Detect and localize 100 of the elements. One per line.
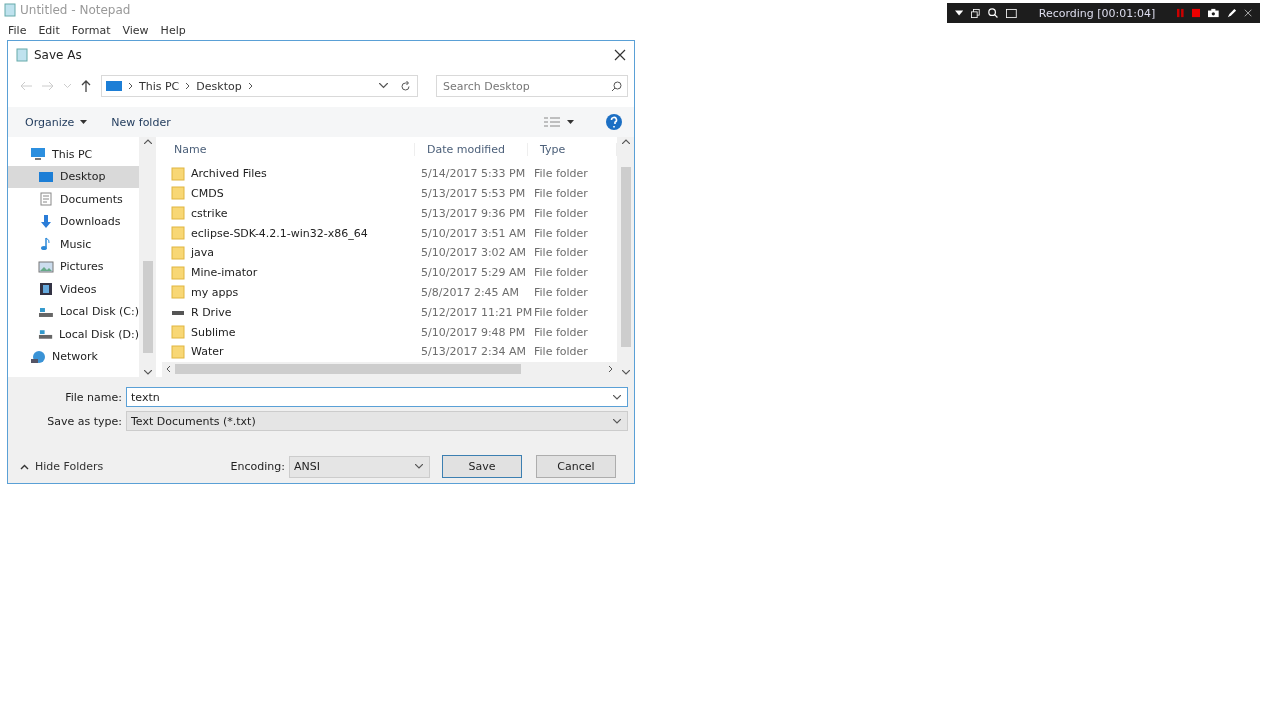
nav-item[interactable]: Desktop xyxy=(8,165,139,188)
help-icon[interactable] xyxy=(606,114,622,130)
menu-item[interactable]: Format xyxy=(71,23,111,37)
organize-button[interactable]: Organize xyxy=(25,115,88,129)
nav-item[interactable]: Local Disk (D:) xyxy=(8,323,139,346)
nav-item[interactable]: Documents xyxy=(8,188,139,211)
caret-icon xyxy=(613,394,621,400)
file-row[interactable]: R Drive 5/12/2017 11:21 PM File folder xyxy=(162,302,617,323)
search-field[interactable]: Search Desktop xyxy=(436,75,628,97)
encoding-dropdown[interactable]: ANSI xyxy=(289,455,430,478)
file-row[interactable]: Mine-imator 5/10/2017 5:29 AM File folder xyxy=(162,262,617,283)
search-icon[interactable] xyxy=(988,7,999,19)
windows-icon[interactable] xyxy=(971,7,981,19)
computer-icon xyxy=(30,147,46,162)
hide-folders-button[interactable]: Hide Folders xyxy=(20,460,104,473)
chevron-icon xyxy=(185,82,191,90)
file-row[interactable]: eclipse-SDK-4.2.1-win32-x86_64 5/10/2017 3:51 AM File folder xyxy=(162,223,617,243)
view-options-icon[interactable] xyxy=(544,117,574,127)
file-row[interactable]: cstrike 5/13/2017 9:36 PM File folder xyxy=(162,203,617,224)
nav-item[interactable]: Downloads xyxy=(8,210,139,233)
file-name: Mine-imator xyxy=(191,266,258,280)
scrollbar-thumb[interactable] xyxy=(175,364,521,375)
up-arrow-icon[interactable] xyxy=(81,80,91,92)
field-label: Encoding: xyxy=(230,460,285,473)
save-type-dropdown[interactable]: Text Documents (*.txt) xyxy=(126,411,628,431)
file-name: Water xyxy=(191,345,224,359)
desktop-icon xyxy=(38,169,54,184)
column-header[interactable]: Name xyxy=(162,142,415,156)
nav-item[interactable]: Music xyxy=(8,233,139,256)
file-name: CMDS xyxy=(191,186,224,200)
date-modified: 5/10/2017 9:48 PM xyxy=(420,325,527,339)
screen-icon[interactable] xyxy=(1006,7,1017,19)
file-type: File folder xyxy=(533,266,589,280)
file-name-field[interactable]: textn xyxy=(126,387,628,407)
new-folder-button[interactable]: New folder xyxy=(111,115,171,129)
file-name: java xyxy=(191,246,215,260)
caret-icon xyxy=(143,370,152,375)
file-row[interactable]: CMDS 5/13/2017 5:53 PM File folder xyxy=(162,183,617,204)
caret-icon[interactable] xyxy=(955,10,964,16)
scrollbar[interactable] xyxy=(139,137,156,377)
dialog-button[interactable]: Cancel xyxy=(536,455,616,478)
column-header[interactable]: Date modified xyxy=(415,142,528,156)
folder-icon xyxy=(171,325,185,340)
scrollbar[interactable] xyxy=(162,361,617,377)
breadcrumb[interactable]: This PC xyxy=(139,79,180,93)
nav-item[interactable]: Videos xyxy=(8,278,139,301)
menu-item[interactable]: View xyxy=(122,23,149,37)
caret-icon xyxy=(621,370,630,375)
menu-item[interactable]: Edit xyxy=(38,23,60,37)
nav-item[interactable]: Local Disk (C:) xyxy=(8,300,139,323)
folder-icon xyxy=(171,226,185,241)
scrollbar-thumb[interactable] xyxy=(142,261,153,353)
dialog-button[interactable]: Save xyxy=(442,455,522,478)
file-name: eclipse-SDK-4.2.1-win32-x86_64 xyxy=(191,226,368,240)
scrollbar[interactable] xyxy=(617,137,634,377)
file-row[interactable]: Archived Files 5/14/2017 5:33 PM File folder xyxy=(162,163,617,184)
file-row[interactable]: Water 5/13/2017 2:34 AM File folder xyxy=(162,341,617,362)
date-modified: 5/10/2017 5:29 AM xyxy=(420,266,528,280)
folder-icon xyxy=(171,344,185,359)
caret-icon xyxy=(80,120,88,124)
date-modified: 5/13/2017 2:34 AM xyxy=(420,345,528,359)
file-type: File folder xyxy=(533,186,589,200)
caret-icon xyxy=(415,464,423,469)
close-icon[interactable] xyxy=(1243,8,1252,18)
file-row[interactable]: java 5/10/2017 3:02 AM File folder xyxy=(162,242,617,263)
nav-item[interactable]: Pictures xyxy=(8,255,139,278)
stop-icon[interactable] xyxy=(1191,8,1201,18)
caret-icon xyxy=(143,139,152,144)
nav-item[interactable]: Network xyxy=(8,345,139,368)
file-row[interactable]: Sublime 5/10/2017 9:48 PM File folder xyxy=(162,322,617,342)
file-name: cstrike xyxy=(191,206,228,220)
date-modified: 5/8/2017 2:45 AM xyxy=(420,285,521,299)
file-type: File folder xyxy=(533,246,589,260)
network-icon xyxy=(30,349,46,364)
nav-item[interactable]: This PC xyxy=(8,143,139,166)
menu-item[interactable]: Help xyxy=(160,23,186,37)
file-row[interactable]: my apps 5/8/2017 2:45 AM File folder xyxy=(162,282,617,303)
file-type: File folder xyxy=(533,167,589,181)
breadcrumb[interactable]: Desktop xyxy=(196,79,242,93)
pause-icon[interactable] xyxy=(1177,8,1184,18)
caret-icon xyxy=(621,139,630,144)
dialog-title: Save As xyxy=(34,48,83,62)
date-modified: 5/14/2017 5:33 PM xyxy=(420,167,527,181)
address-bar[interactable]: This PC Desktop xyxy=(101,75,418,97)
dropdown-icon xyxy=(379,83,388,89)
file-type: File folder xyxy=(533,206,589,220)
recording-status: Recording [00:01:04] xyxy=(1038,6,1156,20)
camera-icon[interactable] xyxy=(1208,8,1219,18)
download-icon xyxy=(38,214,54,229)
refresh-icon[interactable] xyxy=(400,80,411,92)
caret-icon xyxy=(20,463,29,470)
date-modified: 5/13/2017 5:53 PM xyxy=(420,186,527,200)
file-type: File folder xyxy=(533,285,589,299)
date-modified: 5/13/2017 9:36 PM xyxy=(420,206,527,220)
menu-item[interactable]: File xyxy=(8,23,27,37)
pencil-icon[interactable] xyxy=(1226,7,1236,19)
window-title: Untitled - Notepad xyxy=(20,3,131,17)
notepad-icon xyxy=(16,48,28,62)
chevron-icon xyxy=(128,82,133,90)
scrollbar-thumb[interactable] xyxy=(620,167,631,347)
